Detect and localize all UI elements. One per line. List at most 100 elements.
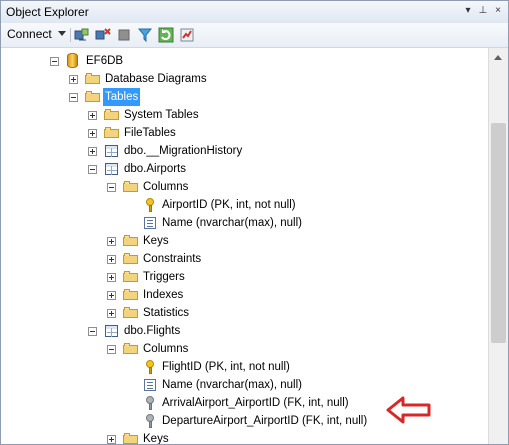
toolbar-separator xyxy=(70,28,71,42)
tree-node-migration-history[interactable]: dbo.__MigrationHistory xyxy=(1,142,488,160)
column-icon xyxy=(144,379,156,391)
folder-icon xyxy=(104,109,120,121)
tree-node-database-diagrams[interactable]: Database Diagrams xyxy=(1,70,488,88)
table-icon xyxy=(105,325,118,337)
tree-node-flights[interactable]: dbo.Flights xyxy=(1,322,488,340)
tree-node-flights-keys[interactable]: Keys xyxy=(1,430,488,444)
collapse-icon[interactable] xyxy=(69,93,78,102)
activity-monitor-icon[interactable] xyxy=(179,27,195,43)
toolbar: Connect xyxy=(1,23,508,48)
tree-node-constraints[interactable]: Constraints xyxy=(1,250,488,268)
tree-label: FileTables xyxy=(124,127,176,139)
chevron-down-icon[interactable] xyxy=(58,31,66,36)
collapse-icon[interactable] xyxy=(107,345,116,354)
red-arrow-icon xyxy=(386,396,431,424)
refresh-icon[interactable] xyxy=(158,27,174,43)
primary-key-icon xyxy=(144,359,158,375)
expand-icon[interactable] xyxy=(88,129,97,138)
scrollbar-thumb[interactable] xyxy=(491,123,506,343)
database-icon xyxy=(67,53,78,68)
collapse-icon[interactable] xyxy=(50,57,59,66)
folder-icon xyxy=(123,289,139,301)
tree-node-column-airportid[interactable]: AirportID (PK, int, not null) xyxy=(1,196,488,214)
tree-node-database[interactable]: EF6DB xyxy=(1,52,488,70)
tree-node-indexes[interactable]: Indexes xyxy=(1,286,488,304)
expand-icon[interactable] xyxy=(69,75,78,84)
tree-node-system-tables[interactable]: System Tables xyxy=(1,106,488,124)
tree-label: DepartureAirport_AirportID (FK, int, nul… xyxy=(162,415,368,427)
folder-icon xyxy=(85,91,101,103)
tree-label: Constraints xyxy=(143,253,202,265)
folder-icon xyxy=(85,73,101,85)
foreign-key-icon xyxy=(144,395,158,411)
tree-node-statistics[interactable]: Statistics xyxy=(1,304,488,322)
collapse-icon[interactable] xyxy=(107,183,116,192)
expand-icon[interactable] xyxy=(88,111,97,120)
pin-icon[interactable]: ⊥ xyxy=(476,4,490,18)
folder-icon xyxy=(123,307,139,319)
collapse-icon[interactable] xyxy=(88,327,97,336)
tree-node-airports-columns[interactable]: Columns xyxy=(1,178,488,196)
tree-label: Name (nvarchar(max), null) xyxy=(162,379,302,391)
tree-label: dbo.Flights xyxy=(124,325,181,337)
expand-icon[interactable] xyxy=(107,273,116,282)
selected-tree-label: Tables xyxy=(103,88,141,106)
tree-node-airports-keys[interactable]: Keys xyxy=(1,232,488,250)
tree-label: EF6DB xyxy=(86,55,124,67)
tree-label: dbo.Airports xyxy=(124,163,187,175)
tree-node-column-name[interactable]: Name (nvarchar(max), null) xyxy=(1,214,488,232)
title-bar: Object Explorer ▾ ⊥ × xyxy=(1,1,508,24)
expand-icon[interactable] xyxy=(107,435,116,444)
tree-label: Name (nvarchar(max), null) xyxy=(162,217,302,229)
connect-button[interactable]: Connect xyxy=(7,27,52,41)
column-icon xyxy=(144,217,156,229)
expand-icon[interactable] xyxy=(88,147,97,156)
table-icon xyxy=(105,163,118,175)
object-tree: EF6DB Database Diagrams Tables System Ta… xyxy=(1,48,488,444)
tree-node-tables[interactable]: Tables xyxy=(1,88,488,106)
primary-key-icon xyxy=(144,197,158,213)
folder-icon xyxy=(123,253,139,265)
tree-label: Triggers xyxy=(143,271,185,283)
tree-node-triggers[interactable]: Triggers xyxy=(1,268,488,286)
folder-icon xyxy=(123,433,139,444)
tree-node-column-flightid[interactable]: FlightID (PK, int, not null) xyxy=(1,358,488,376)
filter-icon[interactable] xyxy=(137,27,153,43)
dropdown-icon[interactable]: ▾ xyxy=(461,4,475,18)
foreign-key-icon xyxy=(144,413,158,429)
scroll-up-icon[interactable] xyxy=(489,48,508,65)
tree-label: Database Diagrams xyxy=(105,73,207,85)
tree-label: FlightID (PK, int, not null) xyxy=(162,361,290,373)
tree-label: AirportID (PK, int, not null) xyxy=(162,199,296,211)
tree-label: dbo.__MigrationHistory xyxy=(124,145,243,157)
expand-icon[interactable] xyxy=(107,309,116,318)
disconnect-icon[interactable] xyxy=(95,27,111,43)
tree-node-flights-columns[interactable]: Columns xyxy=(1,340,488,358)
tree-label: Columns xyxy=(143,343,189,355)
tree-label: Columns xyxy=(143,181,189,193)
folder-icon xyxy=(123,343,139,355)
tree-label: Keys xyxy=(143,235,169,247)
tree-label: Keys xyxy=(143,433,169,444)
tree-label: Indexes xyxy=(143,289,184,301)
tree-node-flights-column-name[interactable]: Name (nvarchar(max), null) xyxy=(1,376,488,394)
vertical-scrollbar[interactable] xyxy=(488,48,508,444)
expand-icon[interactable] xyxy=(107,255,116,264)
table-icon xyxy=(105,145,118,157)
tree-node-filetables[interactable]: FileTables xyxy=(1,124,488,142)
tree-label: Statistics xyxy=(143,307,190,319)
folder-icon xyxy=(123,235,139,247)
stop-icon[interactable] xyxy=(116,27,132,43)
expand-icon[interactable] xyxy=(107,291,116,300)
expand-icon[interactable] xyxy=(107,237,116,246)
tree-label: System Tables xyxy=(124,109,199,121)
tree-label: ArrivalAirport_AirportID (FK, int, null) xyxy=(162,397,349,409)
collapse-icon[interactable] xyxy=(88,165,97,174)
folder-icon xyxy=(123,271,139,283)
close-icon[interactable]: × xyxy=(491,4,505,18)
tree-node-airports[interactable]: dbo.Airports xyxy=(1,160,488,178)
object-explorer-window: Object Explorer ▾ ⊥ × Connect EF6DB Data… xyxy=(0,0,509,445)
folder-icon xyxy=(123,181,139,193)
connect-icon[interactable] xyxy=(74,27,90,43)
window-title: Object Explorer xyxy=(6,5,89,19)
